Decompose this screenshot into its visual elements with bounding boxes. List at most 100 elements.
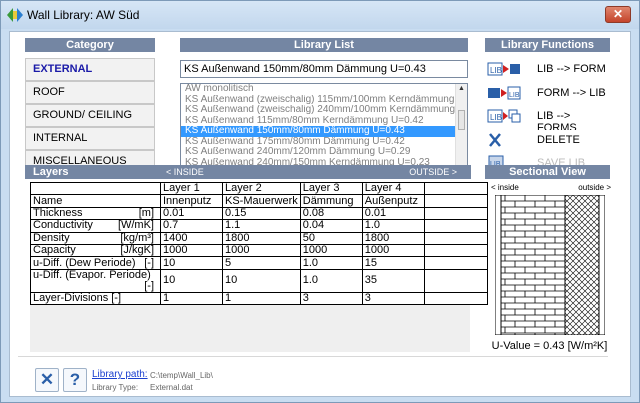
library-listbox[interactable]: AW monolitisch KS Außenwand (zweischalig)… — [180, 83, 468, 175]
innenputz-layer — [495, 195, 502, 335]
row-label: Conductivity [W/mK] — [30, 219, 161, 233]
layer-value-cell[interactable]: 1.1 — [222, 219, 301, 233]
layer-value-cell[interactable]: 1 — [222, 291, 301, 306]
category-ground-ceiling[interactable]: GROUND/ CEILING — [25, 104, 155, 127]
lib-form-button[interactable]: LIB LIB --> FORM — [485, 59, 608, 81]
layer-value-cell[interactable]: 1000 — [299, 243, 363, 258]
library-path-link[interactable]: Library path: — [92, 369, 148, 380]
layer-value-cell[interactable]: 0.08 — [299, 206, 363, 221]
layer-value-cell[interactable]: Dämmung — [299, 194, 363, 208]
layer-value-cell[interactable]: 15 — [361, 256, 425, 270]
empty-column-cell[interactable] — [423, 194, 488, 208]
svg-text:LIB: LIB — [490, 113, 502, 122]
row-label: Name — [30, 194, 161, 208]
empty-column-cell[interactable] — [423, 291, 488, 306]
layer-value-cell[interactable]: 1800 — [361, 231, 425, 245]
library-items: AW monolitisch KS Außenwand (zweischalig)… — [181, 84, 467, 168]
empty-column-cell[interactable] — [423, 268, 488, 293]
category-external[interactable]: EXTERNAL — [25, 58, 155, 81]
empty-column-cell[interactable] — [423, 231, 488, 245]
outside-nav[interactable]: OUTSIDE > — [409, 167, 457, 177]
layer-value-cell[interactable]: 1.0 — [361, 219, 425, 233]
scroll-up-icon[interactable]: ▲ — [458, 85, 465, 92]
function-label: FORM --> LIB — [537, 86, 606, 99]
row-label: Thickness [m] — [30, 206, 161, 221]
layer-value-cell[interactable]: 0.01 — [160, 206, 223, 221]
app-icon — [7, 8, 23, 22]
layer-value-cell[interactable]: 1 — [160, 291, 223, 306]
lib-to-form-icon: LIB — [487, 61, 521, 77]
table-row: u-Diff. (Dew Periode) [-] 10 5 1.0 15 — [30, 256, 488, 270]
layer-value-cell[interactable]: 1000 — [160, 243, 223, 258]
empty-column-cell[interactable] — [423, 219, 488, 233]
library-list-item[interactable]: KS Außenwand 150mm/80mm Dämmung U=0.43 — [181, 126, 467, 137]
library-scrollbar[interactable]: ▲ ▼ — [455, 84, 467, 174]
library-list-item[interactable]: KS Außenwand (zweischalig) 240mm/100mm K… — [181, 105, 467, 116]
row-label: Capacity [J/kgK] — [30, 243, 161, 258]
table-row: u-Diff. (Evapor. Periode) [-] 10 10 1.0 35 — [30, 268, 488, 293]
layer-value-cell[interactable]: Innenputz — [160, 194, 223, 208]
lib-forms-button[interactable]: LIB LIB --> FORMS — [485, 106, 608, 134]
layer-value-cell[interactable]: 1.0 — [299, 268, 363, 293]
layer-value-cell[interactable]: 10 — [160, 268, 223, 293]
layer-value-cell[interactable]: 50 — [299, 231, 363, 245]
form-to-lib-icon: LIB — [487, 85, 521, 101]
library-list-item[interactable]: AW monolitisch — [181, 84, 467, 95]
layer-value-cell[interactable]: 0.15 — [222, 206, 301, 221]
layer-value-cell[interactable]: Außenputz — [361, 194, 425, 208]
layer-value-cell[interactable]: 1.0 — [299, 256, 363, 270]
delete-button[interactable]: DELETE — [485, 129, 608, 152]
table-row: Capacity [J/kgK] 1000 1000 1000 1000 — [30, 243, 488, 258]
footer-divider — [18, 356, 608, 357]
library-list-item[interactable]: KS Außenwand (zweischalig) 115mm/100mm K… — [181, 95, 467, 106]
row-label: u-Diff. (Evapor. Periode) [-] — [30, 268, 161, 293]
layer-value-cell[interactable]: 0.04 — [299, 219, 363, 233]
library-functions-header: Library Functions — [485, 38, 610, 52]
column-header: Layer 2 — [222, 181, 301, 196]
layer-value-cell[interactable]: 10 — [222, 268, 301, 293]
layer-value-cell[interactable]: 35 — [361, 268, 425, 293]
layer-value-cell[interactable]: 1800 — [222, 231, 301, 245]
library-type-label: Library Type: — [92, 383, 139, 392]
category-header: Category — [25, 38, 155, 52]
empty-column-cell[interactable] — [423, 206, 488, 221]
close-button[interactable]: ✕ — [605, 6, 631, 23]
function-label: LIB --> FORM — [537, 63, 606, 75]
row-label: Density [kg/m³] — [30, 231, 161, 245]
layer-value-cell[interactable]: 0.01 — [361, 206, 425, 221]
row-label: u-Diff. (Dew Periode) [-] — [30, 256, 161, 270]
library-list-header: Library List — [180, 38, 468, 52]
inside-nav[interactable]: < INSIDE — [166, 167, 204, 177]
layer-value-cell[interactable]: 10 — [160, 256, 223, 270]
layer-value-cell[interactable]: 1000 — [361, 243, 425, 258]
help-button[interactable]: ? — [63, 368, 87, 392]
column-header: Layer 1 — [160, 181, 223, 196]
form-lib-button[interactable]: LIB FORM --> LIB — [485, 82, 608, 105]
layer-value-cell[interactable]: 1000 — [222, 243, 301, 258]
library-list-item[interactable]: KS Außenwand 115mm/80mm Kerndämmung U=0.… — [181, 116, 467, 127]
cancel-button[interactable]: ✕ — [35, 368, 59, 392]
row-unit: [kg/m³] — [120, 232, 154, 244]
row-unit: [J/kgK] — [120, 244, 154, 257]
empty-column-cell[interactable] — [423, 243, 488, 258]
aussenputz-layer — [598, 195, 605, 335]
column-header: Layer 3 — [299, 181, 363, 196]
library-type-value: External.dat — [150, 383, 193, 392]
category-roof[interactable]: ROOF — [25, 81, 155, 104]
layer-value-cell[interactable]: 0.7 — [160, 219, 223, 233]
category-internal[interactable]: INTERNAL — [25, 127, 155, 150]
empty-column-cell[interactable] — [423, 256, 488, 270]
column-header: Layer 4 — [361, 181, 425, 196]
layer-value-cell[interactable]: 1400 — [160, 231, 223, 245]
layers-header-bar: Layers < INSIDE OUTSIDE > — [25, 165, 471, 179]
layer-value-cell[interactable]: KS-Mauerwerk — [222, 194, 301, 208]
layer-value-cell[interactable]: 3 — [361, 291, 425, 306]
layer-value-cell[interactable]: 5 — [222, 256, 301, 270]
layer-value-cell[interactable]: 3 — [299, 291, 363, 306]
library-list-item[interactable]: KS Außenwand 240mm/120mm Dämmung U=0.29 — [181, 147, 467, 158]
library-list-item[interactable]: KS Außenwand 175mm/80mm Dämmung U=0.42 — [181, 137, 467, 148]
function-label: DELETE — [537, 133, 580, 146]
library-name-field[interactable]: KS Außenwand 150mm/80mm Dämmung U=0.43 — [180, 60, 468, 78]
scroll-thumb[interactable] — [458, 110, 465, 130]
title-bar: Wall Library: AW Süd ✕ — [1, 1, 639, 29]
